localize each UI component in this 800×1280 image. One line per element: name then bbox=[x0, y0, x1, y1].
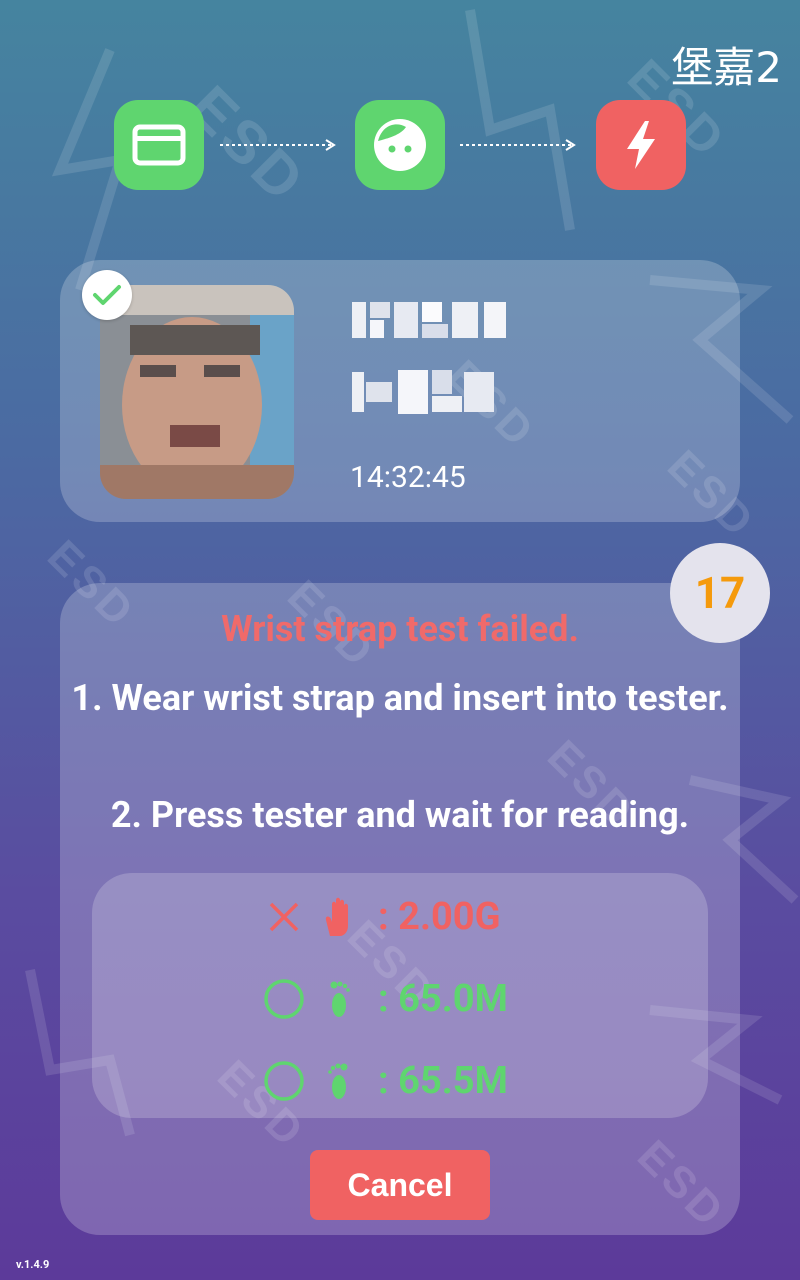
circle-icon bbox=[262, 1059, 306, 1103]
step-arrow bbox=[220, 139, 336, 151]
readings-panel: : 2.00G : 65.0M: 65.5M bbox=[92, 873, 708, 1118]
right-foot-icon bbox=[314, 1056, 364, 1106]
step-esd-test bbox=[596, 100, 686, 190]
lightning-watermark bbox=[465, 9, 575, 231]
employee-photo bbox=[100, 285, 294, 499]
reading-value: : 65.5M bbox=[378, 1059, 508, 1103]
circle-icon bbox=[262, 977, 306, 1021]
hand-icon bbox=[314, 892, 364, 942]
employee-card: 14:32:45 bbox=[60, 260, 740, 522]
instruction-2: 2. Press tester and wait for reading. bbox=[110, 794, 690, 836]
countdown-badge: 17 bbox=[670, 543, 770, 643]
left-foot-icon bbox=[314, 974, 364, 1024]
step-card bbox=[114, 100, 204, 190]
check-in-time: 14:32:45 bbox=[350, 460, 466, 495]
test-result-panel: Wrist strap test failed. 1. Wear wrist s… bbox=[60, 583, 740, 1235]
employee-id-redacted bbox=[352, 302, 506, 338]
reading-row-wrist: : 2.00G bbox=[262, 889, 500, 945]
instruction-1: 1. Wear wrist strap and insert into test… bbox=[71, 677, 729, 719]
reading-value: : 65.0M bbox=[378, 977, 508, 1021]
face-icon bbox=[374, 119, 426, 171]
employee-name-redacted bbox=[352, 370, 494, 414]
reading-value: : 2.00G bbox=[378, 895, 501, 939]
cancel-button[interactable]: Cancel bbox=[310, 1150, 490, 1220]
app-version: v.1.4.9 bbox=[16, 1258, 50, 1271]
verified-badge bbox=[82, 270, 132, 320]
test-status-message: Wrist strap test failed. bbox=[221, 608, 579, 650]
device-name: 堡嘉2 bbox=[671, 43, 782, 92]
cross-icon bbox=[262, 895, 306, 939]
card-icon bbox=[132, 124, 186, 166]
step-arrow bbox=[460, 139, 576, 151]
check-icon bbox=[93, 285, 121, 305]
lightning-icon bbox=[627, 121, 655, 169]
step-face bbox=[355, 100, 445, 190]
reading-row-left-foot: : 65.0M bbox=[262, 971, 508, 1027]
reading-row-right-foot: : 65.5M bbox=[262, 1053, 508, 1109]
